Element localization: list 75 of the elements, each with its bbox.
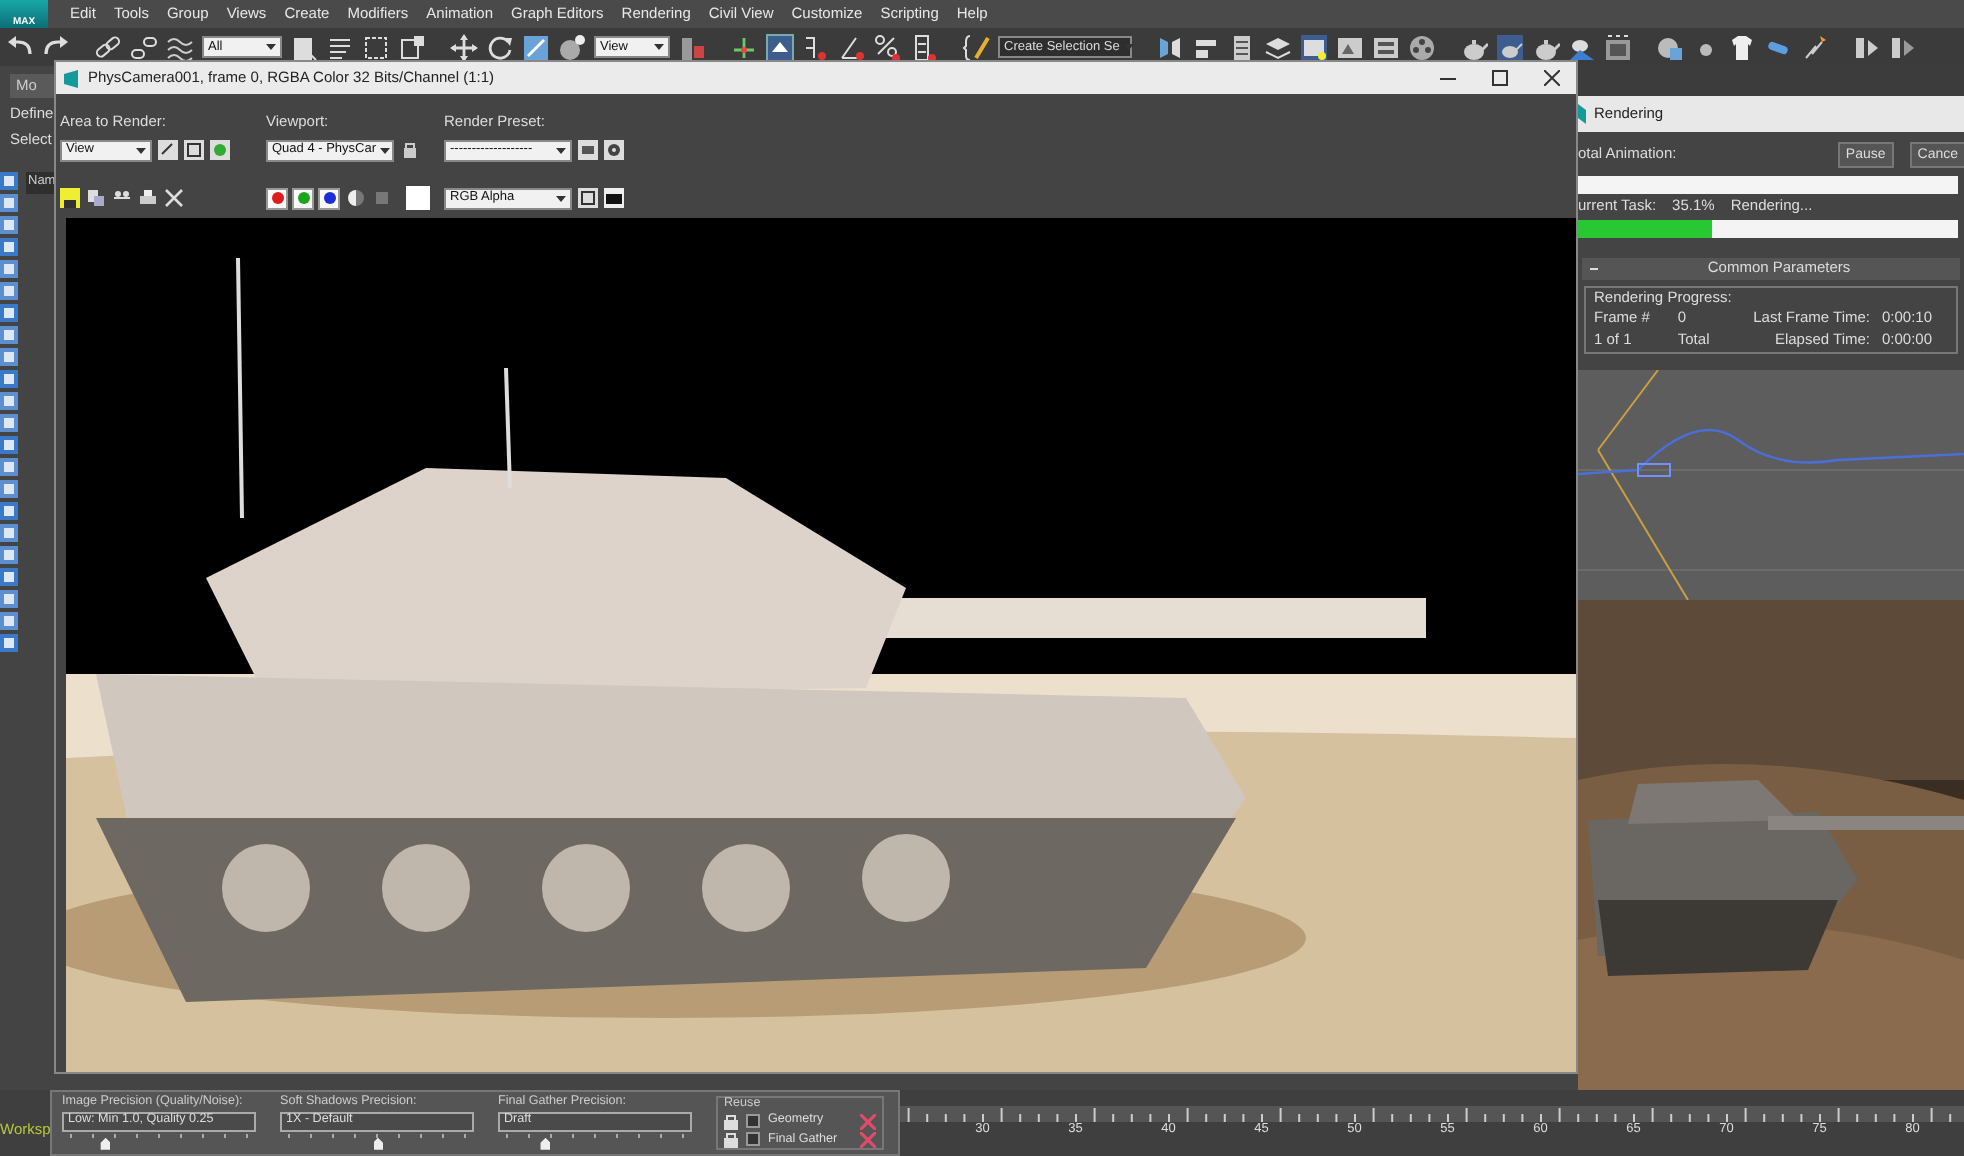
tool-square-icon[interactable] — [0, 413, 18, 432]
slider-thumb[interactable] — [540, 1137, 551, 1150]
slider-thumb[interactable] — [373, 1137, 383, 1150]
document-icon[interactable] — [290, 33, 318, 61]
tool-square-icon[interactable] — [0, 457, 18, 476]
tool-square-icon[interactable] — [0, 523, 18, 542]
highlighted-teapot-icon[interactable] — [1496, 33, 1524, 61]
move-icon[interactable] — [450, 33, 478, 61]
channel-toggle[interactable] — [266, 187, 288, 209]
app-icon — [64, 69, 78, 87]
mirror-icon[interactable] — [1156, 33, 1184, 61]
percent-snap-icon[interactable] — [874, 33, 902, 61]
highlighted-window-icon[interactable] — [1300, 33, 1328, 61]
broken-link-icon[interactable] — [130, 33, 158, 61]
print-icon[interactable] — [138, 188, 158, 208]
layers-icon[interactable] — [1264, 33, 1292, 61]
tool-square-icon[interactable] — [0, 347, 18, 366]
tool-square-icon[interactable] — [0, 325, 18, 344]
chain-link-icon[interactable] — [94, 33, 122, 61]
axis-icon[interactable] — [730, 33, 758, 61]
tool-square-icon[interactable] — [0, 303, 18, 322]
tool-square-icon[interactable] — [0, 215, 18, 234]
sparkle-icon[interactable] — [1800, 33, 1828, 61]
maximize-icon[interactable] — [1492, 70, 1508, 86]
channel-toggle[interactable] — [292, 187, 314, 209]
image-window-icon[interactable] — [1336, 33, 1364, 61]
tool-square-icon[interactable] — [0, 501, 18, 520]
display-icon[interactable] — [604, 188, 624, 208]
rotate-icon[interactable] — [486, 33, 514, 61]
tool-square-icon[interactable] — [0, 193, 18, 212]
close-icon[interactable] — [1544, 70, 1560, 86]
frame-window-icon[interactable] — [1604, 33, 1632, 61]
tool-square-icon[interactable] — [0, 259, 18, 278]
panel-icon[interactable] — [1372, 33, 1400, 61]
clear-icon[interactable] — [164, 188, 184, 208]
checkbox[interactable] — [746, 1114, 760, 1129]
braces-pencil-icon[interactable] — [962, 33, 990, 61]
tool-square-icon[interactable] — [0, 633, 18, 652]
copy-icon[interactable] — [86, 188, 106, 208]
slider-thumb[interactable] — [100, 1137, 111, 1150]
region-icon[interactable] — [184, 140, 204, 160]
split-view-icon[interactable] — [578, 188, 598, 208]
lock-icon[interactable] — [724, 1131, 738, 1148]
tool-square-icon[interactable] — [0, 611, 18, 630]
tool-square-icon[interactable] — [0, 281, 18, 300]
tool-square-icon[interactable] — [0, 171, 18, 190]
lock-icon[interactable] — [400, 140, 420, 160]
film-reel-icon[interactable] — [1408, 33, 1436, 61]
tool-square-icon[interactable] — [0, 237, 18, 256]
color-swatch[interactable] — [406, 186, 430, 210]
angle-snap-icon[interactable] — [838, 33, 866, 61]
tool-square-icon[interactable] — [0, 545, 18, 564]
render-setup-icon[interactable] — [578, 140, 598, 160]
save-icon[interactable] — [60, 188, 80, 208]
list-icon[interactable] — [326, 33, 354, 61]
tool-square-icon[interactable] — [0, 567, 18, 586]
lock-icon[interactable] — [724, 1113, 738, 1130]
tool-square-icon[interactable] — [0, 479, 18, 498]
waves-icon[interactable] — [166, 33, 194, 61]
sphere-icon[interactable] — [558, 33, 586, 61]
list-icon[interactable] — [1228, 33, 1256, 61]
alpha-icon[interactable] — [346, 188, 366, 208]
window-select-icon[interactable] — [398, 33, 426, 61]
gear-icon[interactable] — [604, 140, 624, 160]
channel-toggle[interactable] — [318, 187, 340, 209]
globe-icon[interactable] — [1656, 33, 1684, 61]
shirt-icon[interactable] — [1728, 33, 1756, 61]
scale-icon[interactable] — [522, 33, 550, 61]
tool-square-icon[interactable] — [0, 391, 18, 410]
tool-square-icon[interactable] — [0, 369, 18, 388]
edit-region-icon[interactable] — [158, 140, 178, 160]
checkbox[interactable] — [746, 1132, 760, 1147]
tool-square-icon[interactable] — [0, 435, 18, 454]
tool-square-icon[interactable] — [0, 589, 18, 608]
dashed-square-icon[interactable] — [362, 33, 390, 61]
